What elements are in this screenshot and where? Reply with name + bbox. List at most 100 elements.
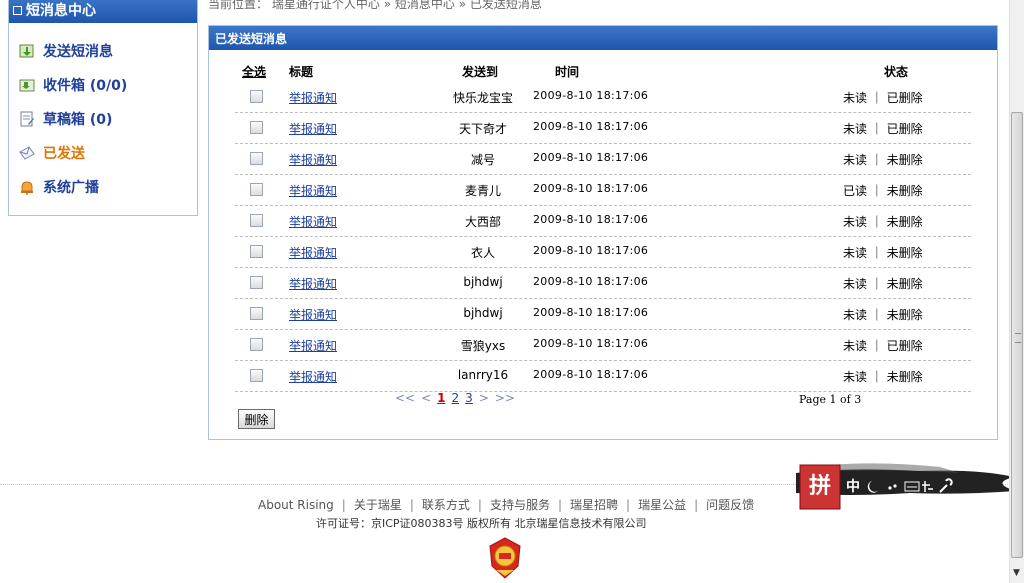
breadcrumb: 当前位置： 瑞星通行证个人中心 » 短消息中心 » 已发送短消息: [208, 0, 542, 12]
page-info: Page 1 of 3: [799, 393, 862, 406]
scrollbar-grip: [1015, 333, 1021, 343]
footer-link-support[interactable]: 支持与服务: [490, 498, 550, 512]
square-bullet-icon: [13, 5, 22, 15]
message-title-link[interactable]: 举报通知: [289, 244, 337, 261]
recipient-name: 减号: [470, 153, 495, 167]
breadcrumb-link-passport[interactable]: 瑞星通行证个人中心: [272, 0, 380, 11]
footer-links: About Rising | 关于瑞星 | 联系方式 | 支持与服务 | 瑞星招聘 | 瑞星公益 | 问…: [258, 496, 754, 513]
message-title-link[interactable]: 举报通知: [289, 337, 337, 354]
row-checkbox[interactable]: [250, 121, 263, 134]
select-all-link[interactable]: 全选: [242, 63, 266, 80]
message-title-link[interactable]: 举报通知: [289, 275, 337, 292]
recipient-name: 天下奇才: [458, 122, 507, 136]
message-title-link[interactable]: 举报通知: [289, 368, 337, 385]
footer-separator: |: [557, 498, 563, 512]
sidebar: 短消息中心 发送短消息 收件箱 (0/0) 草稿箱 (0) 已发送 系统广播: [8, 0, 198, 216]
message-status: 未读 ｜ 未删除: [843, 370, 923, 384]
column-header-time: 时间: [555, 65, 580, 79]
sidebar-item-label: 收件箱 (0/0): [43, 78, 128, 94]
footer-link-charity[interactable]: 瑞星公益: [638, 498, 686, 512]
row-checkbox[interactable]: [250, 307, 263, 320]
police-badge-icon[interactable]: [486, 536, 524, 580]
sidebar-header: 短消息中心: [9, 0, 197, 23]
sidebar-item-label: 已发送: [43, 146, 85, 162]
delete-button[interactable]: 删除: [238, 409, 275, 429]
message-title-link[interactable]: 举报通知: [289, 120, 337, 137]
send-time: 2009-8-10 18:17:06: [533, 368, 649, 381]
last-page-button[interactable]: >>: [495, 391, 515, 405]
panel-title: 已发送短消息: [215, 31, 288, 46]
message-status: 未读 ｜ 已删除: [843, 122, 923, 136]
footer-separator: |: [626, 498, 631, 512]
recipient-name: 麦青儿: [464, 184, 501, 198]
page-link-1[interactable]: 1: [437, 391, 445, 405]
footer-link-contact[interactable]: 联系方式: [422, 498, 470, 512]
row-checkbox[interactable]: [250, 152, 263, 165]
breadcrumb-link-message-center[interactable]: 短消息中心: [395, 0, 455, 11]
row-checkbox[interactable]: [250, 90, 263, 103]
sidebar-item-send[interactable]: 发送短消息: [19, 41, 113, 61]
page-link-3[interactable]: 3: [465, 391, 473, 405]
sidebar-item-sent[interactable]: 已发送: [19, 143, 85, 163]
table-row: 举报通知 雪狼yxs 2009-8-10 18:17:06 未读 ｜ 已删除: [235, 330, 971, 361]
send-time: 2009-8-10 18:17:06: [533, 213, 649, 226]
table-row: 举报通知 麦青儿 2009-8-10 18:17:06 已读 ｜ 未删除: [235, 175, 971, 206]
row-checkbox[interactable]: [250, 245, 263, 258]
column-header-title: 标题: [289, 65, 314, 79]
column-header-status: 状态: [884, 65, 909, 79]
message-title-link[interactable]: 举报通知: [289, 182, 337, 199]
broadcast-bell-icon: [21, 181, 33, 195]
recipient-name: 雪狼yxs: [460, 339, 506, 353]
pagination: << < 1 2 3 > >>: [395, 391, 515, 405]
row-checkbox[interactable]: [250, 276, 263, 289]
row-checkbox[interactable]: [250, 369, 263, 382]
sent-messages-panel: 已发送短消息 全选 标题 发送到 时间 状态 << < 1 2 3 > >> P…: [208, 25, 998, 440]
footer-link-feedback[interactable]: 问题反馈: [706, 498, 754, 512]
recipient-name: 大西部: [464, 215, 501, 229]
table-row: 举报通知 bjhdwj 2009-8-10 18:17:06 未读 ｜ 未删除: [235, 299, 971, 330]
message-title-link[interactable]: 举报通知: [289, 306, 337, 323]
footer-link-about[interactable]: About Rising: [258, 498, 334, 512]
message-status: 未读 ｜ 未删除: [843, 215, 923, 229]
send-time: 2009-8-10 18:17:06: [533, 306, 649, 319]
message-title-link[interactable]: 举报通知: [289, 213, 337, 230]
ime-toolbar[interactable]: 拼 中: [790, 461, 1016, 515]
message-status: 未读 ｜ 已删除: [843, 91, 923, 105]
page-link-2[interactable]: 2: [452, 391, 460, 405]
recipient-name: 快乐龙宝宝: [452, 91, 513, 105]
column-header-to: 发送到: [462, 65, 499, 79]
sidebar-item-broadcast[interactable]: 系统广播: [19, 177, 99, 197]
send-arrow-icon: [19, 44, 34, 58]
footer-separator: |: [477, 498, 482, 512]
next-page-button[interactable]: >: [479, 391, 489, 405]
send-time: 2009-8-10 18:17:06: [533, 151, 649, 164]
footer-separator: |: [341, 498, 346, 512]
footer-link-jobs[interactable]: 瑞星招聘: [570, 498, 618, 512]
row-checkbox[interactable]: [250, 214, 263, 227]
send-time: 2009-8-10 18:17:06: [533, 244, 649, 257]
vertical-scrollbar[interactable]: ▼: [1009, 0, 1024, 583]
panel-header: 已发送短消息: [209, 26, 997, 50]
inbox-icon: [19, 79, 35, 92]
table-row: 举报通知 lanrry16 2009-8-10 18:17:06 未读 ｜ 未删除: [235, 361, 971, 392]
sidebar-item-inbox[interactable]: 收件箱 (0/0): [19, 75, 127, 95]
scrollbar-thumb[interactable]: [1011, 112, 1023, 558]
table-row: 举报通知 bjhdwj 2009-8-10 18:17:06 未读 ｜ 未删除: [235, 268, 971, 299]
breadcrumb-prefix: 当前位置：: [208, 0, 269, 11]
recipient-name: bjhdwj: [463, 306, 503, 320]
table-row: 举报通知 衣人 2009-8-10 18:17:06 未读 ｜ 未删除: [235, 237, 971, 268]
sidebar-item-drafts[interactable]: 草稿箱 (0): [19, 109, 112, 129]
scroll-down-arrow-icon[interactable]: ▼: [1013, 568, 1020, 578]
footer-copyright: 许可证号：京ICP证080383号 版权所有 北京瑞星信息技术有限公司: [316, 517, 647, 530]
footer-link-about-rising-cn[interactable]: 关于瑞星: [354, 498, 402, 512]
prev-page-button[interactable]: <: [421, 391, 431, 405]
first-page-button[interactable]: <<: [395, 391, 415, 405]
ime-mode-toggle[interactable]: 中: [846, 478, 860, 495]
row-checkbox[interactable]: [250, 338, 263, 351]
row-checkbox[interactable]: [250, 183, 263, 196]
message-status: 未读 ｜ 未删除: [843, 153, 923, 167]
message-status: 未读 ｜ 未删除: [843, 246, 923, 260]
footer-separator: |: [694, 498, 699, 512]
message-title-link[interactable]: 举报通知: [289, 89, 337, 106]
message-title-link[interactable]: 举报通知: [289, 151, 337, 168]
